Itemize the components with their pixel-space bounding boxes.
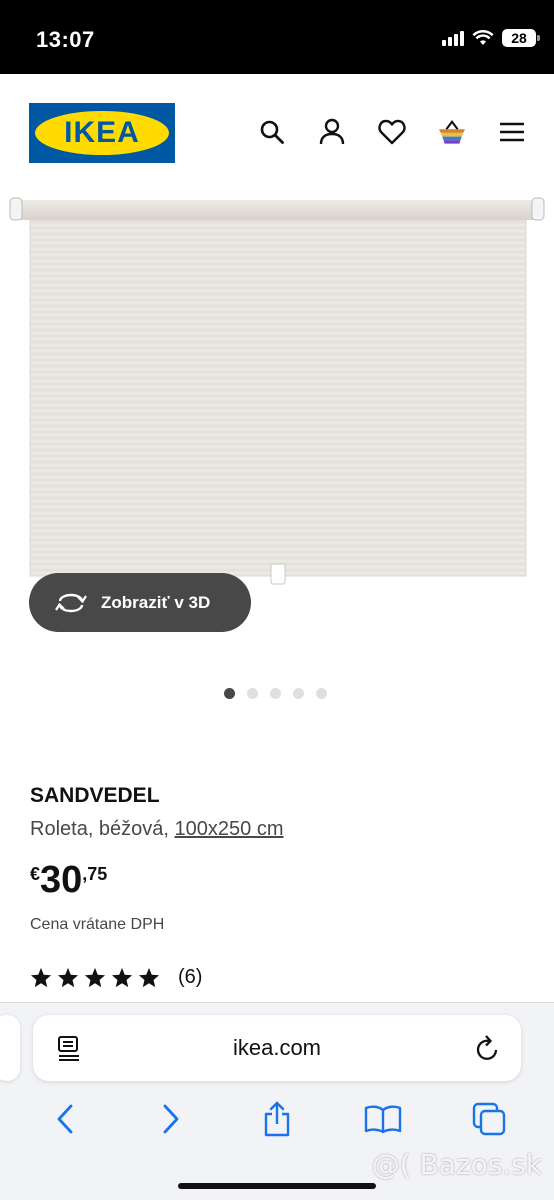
view-3d-button[interactable]: Zobraziť v 3D xyxy=(29,573,251,632)
product-image[interactable] xyxy=(8,196,546,596)
vat-note: Cena vrátane DPH xyxy=(30,916,165,933)
product-size-link[interactable]: 100x250 cm xyxy=(175,818,284,840)
previous-tab-preview[interactable] xyxy=(0,1015,20,1081)
carousel-dot[interactable] xyxy=(316,688,327,699)
star-icon xyxy=(57,967,79,988)
carousel-dot[interactable] xyxy=(293,688,304,699)
battery-icon: 28 xyxy=(502,29,540,47)
chevron-left-icon xyxy=(57,1104,73,1134)
tabs-button[interactable] xyxy=(469,1099,509,1139)
share-button[interactable] xyxy=(257,1099,297,1139)
home-indicator xyxy=(178,1183,376,1189)
carousel-dot[interactable] xyxy=(247,688,258,699)
url-text: ikea.com xyxy=(232,1035,322,1060)
view-3d-label: Zobraziť v 3D xyxy=(101,592,211,612)
book-icon xyxy=(364,1105,402,1134)
user-icon[interactable] xyxy=(318,118,346,146)
share-icon xyxy=(264,1101,290,1137)
reload-icon[interactable] xyxy=(475,1034,501,1062)
carousel-dot[interactable] xyxy=(270,688,281,699)
wifi-icon xyxy=(472,30,494,45)
product-name: SANDVEDEL xyxy=(30,784,160,807)
price-integer: 30 xyxy=(40,859,83,901)
star-icon xyxy=(84,967,106,988)
star-icon xyxy=(111,967,133,988)
star-icon xyxy=(138,967,160,988)
status-time: 13:07 xyxy=(36,27,95,52)
browser-nav-row xyxy=(0,1099,554,1139)
product-rating[interactable]: (6) xyxy=(30,966,202,989)
price-decimal: ,75 xyxy=(82,864,108,884)
forward-button[interactable] xyxy=(151,1099,191,1139)
cart-icon[interactable] xyxy=(438,118,466,146)
address-bar[interactable]: ikea.com xyxy=(33,1015,521,1081)
site-header: IKEA xyxy=(0,74,554,194)
carousel-dot[interactable] xyxy=(224,688,235,699)
status-bar: 13:07 28 xyxy=(0,0,554,74)
rotate-3d-icon xyxy=(55,593,87,612)
search-icon[interactable] xyxy=(258,118,286,146)
status-icons: 28 xyxy=(442,29,540,47)
ikea-logo[interactable]: IKEA xyxy=(29,103,175,163)
heart-icon[interactable] xyxy=(378,118,406,146)
product-price: € 30 ,75 xyxy=(30,858,107,902)
cellular-signal-icon xyxy=(442,30,464,46)
star-icon xyxy=(30,967,52,988)
carousel-dots xyxy=(224,688,327,699)
bookmarks-button[interactable] xyxy=(363,1099,403,1139)
product-description: Roleta, béžová, 100x250 cm xyxy=(30,818,284,841)
review-count: (6) xyxy=(178,966,203,988)
chevron-right-icon xyxy=(163,1104,179,1134)
product-type: Roleta, béžová, xyxy=(30,818,175,840)
bazos-watermark: @( Bazos.sk xyxy=(371,1148,542,1181)
back-button[interactable] xyxy=(45,1099,85,1139)
price-currency: € xyxy=(30,864,41,884)
tabs-icon xyxy=(472,1102,506,1136)
header-actions xyxy=(258,118,526,146)
rating-stars xyxy=(30,967,160,988)
menu-icon[interactable] xyxy=(498,118,526,146)
